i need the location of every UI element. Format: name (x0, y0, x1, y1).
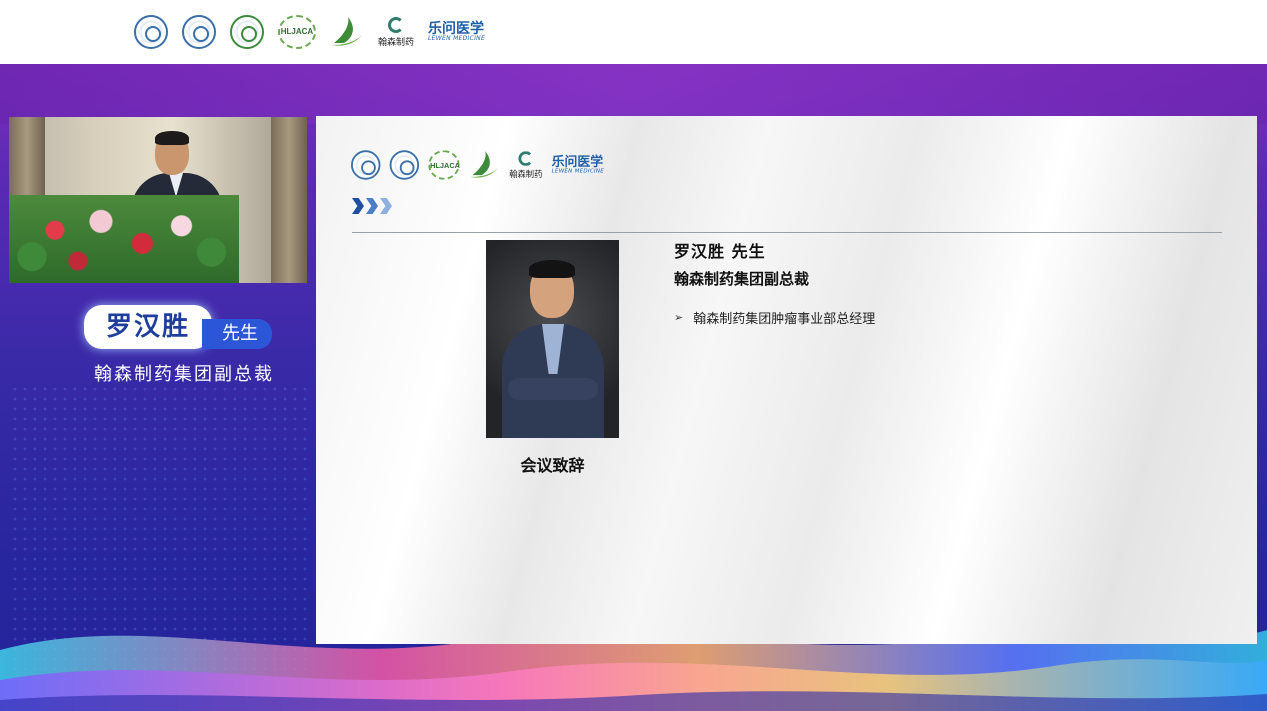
speaker-name-tag: 罗汉胜 先生 (84, 303, 273, 349)
association-seal-icon (230, 15, 264, 49)
portrait-folded-arms (508, 378, 598, 400)
slide-speaker-name: 罗汉胜 先生 (674, 242, 766, 261)
chevron-right-icon (366, 198, 378, 214)
slide-hljaca-text: HLJACA (430, 161, 460, 170)
speaker-name: 罗汉胜 (84, 305, 213, 349)
slide-university-seal-icon (351, 150, 381, 180)
university-seal-icon (134, 15, 168, 49)
lewen-logo-en: LEWEN MEDICINE (428, 35, 486, 42)
slide-speaker-role: 翰森制药集团副总裁 (674, 270, 810, 288)
speaker-honorific: 先生 (202, 319, 273, 349)
pillar-right (271, 117, 307, 283)
lewen-logo-cn: 乐问医学 (428, 21, 485, 37)
portrait-hair (529, 260, 575, 278)
speaker-video-feed (9, 117, 307, 283)
slide-hansoh-logo: 翰森制药 (509, 150, 543, 180)
slide-hansoh-swirl-icon (518, 150, 534, 166)
hljaca-logo-text: HLJACA (280, 27, 314, 36)
hansoh-logo: 翰森制药 (378, 16, 415, 48)
slide-lewen-en: LEWEN MEDICINE (551, 167, 605, 175)
slide-lewen-cn: 乐问医学 (551, 154, 604, 170)
flower-arrangement (9, 195, 239, 283)
slide-hospital-seal-icon (389, 150, 420, 180)
hansoh-swirl-icon (388, 16, 404, 33)
speaker-title: 翰森制药集团副总裁 (94, 364, 274, 385)
leaf-logo-icon (332, 17, 362, 46)
speaker-portrait (486, 240, 619, 438)
slide-leaf-logo-icon (470, 151, 499, 178)
bullet-item: ➢ 翰森制药集团肿瘤事业部总经理 (674, 308, 875, 327)
lewen-logo: 乐问医学 LEWEN MEDICINE (428, 22, 485, 42)
chevron-right-icon (380, 198, 392, 214)
header-logo-row: HLJACA 翰森制药 乐问医学 LEWEN MEDICINE (134, 12, 485, 52)
slide-hljaca-logo-icon: HLJACA (428, 150, 460, 180)
chevron-arrows-icon (352, 198, 392, 214)
slide-divider (352, 232, 1222, 233)
hljaca-logo-icon: HLJACA (278, 15, 316, 49)
speaker-hair (155, 131, 189, 145)
slide-hansoh-text: 翰森制药 (509, 170, 543, 180)
slide-lewen-logo: 乐问医学 LEWEN MEDICINE (552, 156, 604, 174)
chevron-right-icon (352, 198, 364, 214)
hospital-seal-icon (182, 15, 216, 49)
portrait-caption: 会议致辞 (520, 456, 585, 475)
bullet-arrow-icon: ➢ (674, 311, 684, 324)
top-logo-bar: HLJACA 翰森制药 乐问医学 LEWEN MEDICINE (0, 0, 1267, 64)
hansoh-logo-text: 翰森制药 (378, 37, 415, 48)
bullet-text: 翰森制药集团肿瘤事业部总经理 (693, 312, 876, 327)
slide-logo-row: HLJACA 翰森制药 乐问医学 LEWEN MEDICINE (351, 149, 604, 180)
presentation-slide: HLJACA 翰森制药 乐问医学 LEWEN MEDICINE 会议致辞 罗汉胜… (316, 116, 1257, 644)
